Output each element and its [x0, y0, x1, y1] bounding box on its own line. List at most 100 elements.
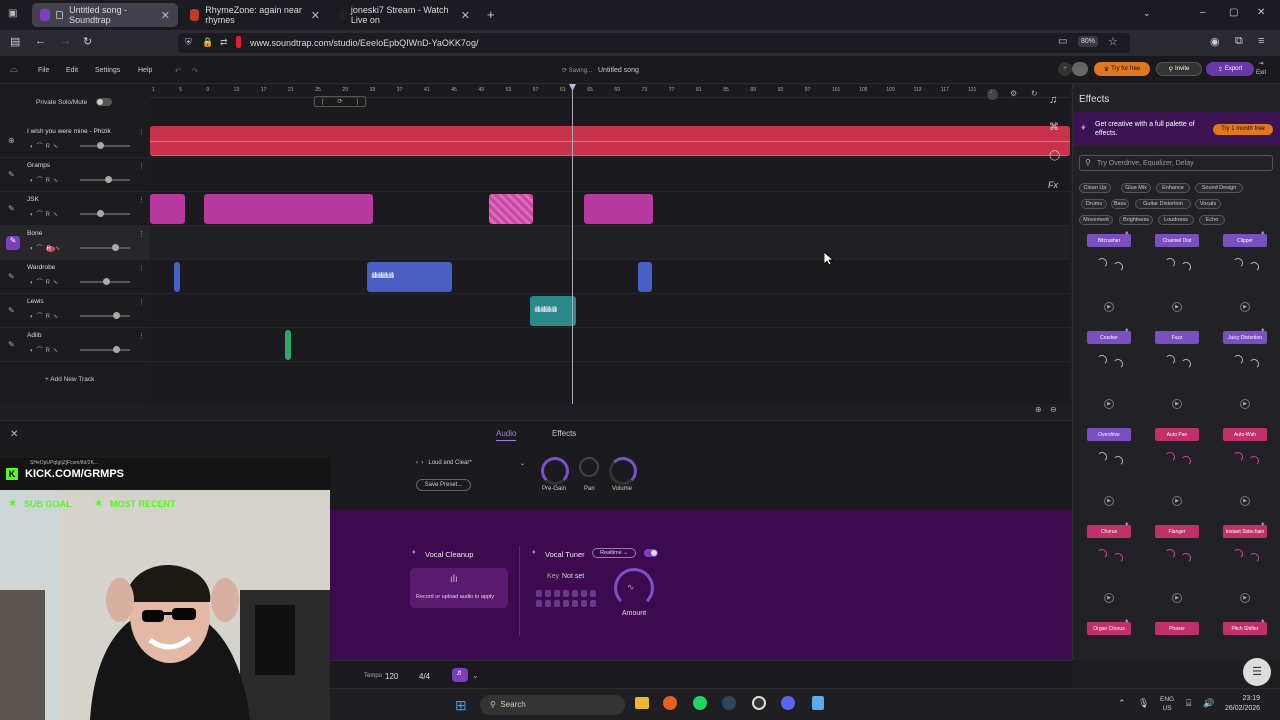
tuner-key[interactable] — [590, 600, 596, 607]
steam-icon[interactable] — [722, 696, 736, 710]
volume-slider[interactable] — [80, 278, 130, 285]
zoom-out-icon[interactable]: ⊖ — [1050, 405, 1057, 414]
play-preview-icon[interactable]: ▶ — [1172, 302, 1182, 312]
mute-icon[interactable]: ◐ — [30, 280, 37, 286]
pan-knob[interactable] — [579, 457, 599, 477]
track-header[interactable]: ✎ JSK ◐⌒R∿ ⋮ — [0, 192, 150, 226]
track-instrument-icon[interactable]: ⊕ — [8, 136, 15, 145]
mute-icon[interactable]: ◐ — [30, 348, 37, 354]
track-menu-icon[interactable]: ⋮ — [138, 162, 145, 170]
url-bar[interactable]: ⛨ 🔒 ⇄ www.soundtrap.com/studio/EeeloEpbQ… — [178, 33, 1130, 53]
audio-clip[interactable] — [584, 194, 653, 224]
effect-card-title[interactable]: Auto Pan — [1155, 428, 1199, 441]
track-lane[interactable] — [150, 328, 1070, 362]
track-header[interactable]: ⊕ I wish you were mine - Phizik ◐⌒R∿ ⋮ — [0, 124, 150, 158]
song-title[interactable]: Untitled song — [598, 67, 639, 74]
record-arm-button[interactable]: R — [46, 280, 53, 286]
windows-start-icon[interactable]: ⊞ — [455, 697, 467, 714]
track-header[interactable]: ✎ Adlib ◐⌒R∿ ⋮ — [0, 328, 150, 362]
track-menu-icon[interactable]: ⋮ — [138, 332, 145, 340]
tab-rhymezone[interactable]: RhymeZone: again near rhymes ✕ — [182, 3, 328, 27]
chat-icon[interactable]: ◯ — [1049, 150, 1060, 161]
timeline-ruler[interactable]: 1 5 9 13 17 21 25 29 33 37 41 45 49 53 57 61 65 69 73 77 81 8… — [150, 84, 1070, 98]
menu-help[interactable]: Help — [138, 67, 152, 74]
track-controls[interactable]: ◐⌒R∿ — [30, 277, 61, 286]
track-controls[interactable]: ◐⌒R∿ — [30, 311, 61, 320]
chevron-down-icon[interactable]: ⌄ — [472, 671, 479, 680]
track-name[interactable]: Bone — [27, 230, 42, 237]
track-header[interactable]: ✎ Bone ◐⌒R∿ ⋮ — [0, 226, 150, 260]
play-preview-icon[interactable]: ▶ — [1240, 593, 1250, 603]
track-lane[interactable] — [150, 192, 1070, 226]
track-lane[interactable] — [150, 158, 1070, 192]
automation-icon[interactable]: ∿ — [53, 212, 61, 218]
automation-icon[interactable]: ∿ — [53, 144, 61, 150]
headphones-icon[interactable]: ⌒ — [37, 280, 46, 286]
headphones-icon[interactable]: ⌒ — [37, 348, 46, 354]
track-instrument-icon[interactable]: ✎ — [8, 170, 15, 179]
track-controls[interactable]: ◐⌒R∿ — [30, 175, 61, 184]
obs-icon[interactable] — [752, 696, 766, 710]
automation-icon[interactable]: ∿ — [53, 178, 61, 184]
refresh-icon[interactable]: ↻ — [1031, 89, 1038, 98]
tuner-key[interactable] — [581, 600, 587, 607]
key-not-set[interactable]: Not set — [562, 573, 584, 580]
headphones-icon[interactable]: ⌒ — [37, 178, 46, 184]
close-tab-icon[interactable]: ✕ — [311, 9, 320, 22]
automation-icon[interactable]: ∿ — [55, 246, 63, 252]
volume-slider[interactable] — [80, 312, 130, 319]
effect-category-chip[interactable]: Brightness — [1119, 215, 1153, 225]
track-controls[interactable]: ◐⌒R∿ — [30, 141, 61, 150]
loop-end-icon[interactable]: ] — [356, 99, 358, 105]
vocal-cleanup-box[interactable]: ılı Record or upload audio to apply — [410, 568, 508, 608]
new-tab-icon[interactable]: + — [487, 7, 495, 22]
zoom-in-icon[interactable]: ⊕ — [1035, 405, 1042, 414]
discord-icon[interactable] — [781, 696, 795, 710]
track-controls[interactable]: ◐⌒R∿ — [30, 209, 61, 218]
preset-next-icon[interactable]: › — [421, 460, 423, 466]
loop-icon[interactable]: ⟳ — [337, 98, 342, 105]
track-name[interactable]: Wardrobe — [27, 264, 55, 271]
music-notes-icon[interactable]: ♫ — [1049, 94, 1057, 106]
effect-category-chip[interactable]: Glue Mix — [1121, 183, 1151, 193]
record-arm-button[interactable]: R — [45, 246, 55, 252]
private-solo-toggle[interactable] — [96, 98, 112, 106]
maximize-icon[interactable]: ▢ — [1229, 7, 1238, 18]
export-button[interactable]: ⇪ Export — [1206, 62, 1254, 76]
permissions-icon[interactable]: ⇄ — [220, 37, 228, 48]
tab-overflow-icon[interactable]: ⌄ — [1143, 8, 1151, 19]
volume-knob[interactable] — [97, 210, 104, 217]
track-controls[interactable]: ◐⌒R∿ — [30, 345, 61, 354]
effect-category-chip[interactable]: Echo — [1199, 215, 1225, 225]
loop-start-icon[interactable]: [ — [322, 99, 324, 105]
volume-knob[interactable] — [609, 457, 637, 485]
account-icon[interactable]: ◉ — [1210, 35, 1220, 48]
menu-settings[interactable]: Settings — [95, 67, 120, 74]
tab-list-icon[interactable]: ▣ — [8, 8, 17, 19]
tuner-key-pads[interactable] — [536, 590, 598, 612]
track-header[interactable]: ✎ Gramps ◐⌒R∿ ⋮ — [0, 158, 150, 192]
play-preview-icon[interactable]: ▶ — [1240, 302, 1250, 312]
track-lane[interactable] — [150, 124, 1070, 158]
undo-icon[interactable]: ↶ — [175, 67, 181, 75]
play-preview-icon[interactable]: ▶ — [1104, 496, 1114, 506]
automation-icon[interactable]: ∿ — [53, 280, 61, 286]
preset-prev-icon[interactable]: ‹ — [416, 460, 418, 466]
audio-clip[interactable] — [150, 194, 185, 224]
add-collab-icon[interactable]: + — [1058, 62, 1072, 76]
play-preview-icon[interactable]: ▶ — [1240, 496, 1250, 506]
automation-icon[interactable]: ∿ — [53, 314, 61, 320]
close-window-icon[interactable]: ✕ — [1257, 7, 1265, 18]
mic-tray-icon[interactable]: 🎙 — [1138, 698, 1149, 709]
track-lane[interactable]: ılıllıılıllılıllıılıllı — [150, 260, 1070, 294]
effect-card-title[interactable]: Overdrive — [1087, 428, 1131, 441]
tuner-key[interactable] — [545, 600, 551, 607]
effect-category-chip[interactable]: Vocals — [1195, 199, 1221, 209]
tempo-value[interactable]: 120 — [385, 672, 398, 681]
volume-slider[interactable] — [80, 346, 130, 353]
mic-active-icon[interactable] — [236, 36, 241, 48]
reload-icon[interactable]: ↻ — [83, 35, 92, 48]
volume-slider[interactable] — [80, 142, 130, 149]
track-controls[interactable]: ◐⌒R∿ — [30, 243, 63, 252]
playhead[interactable] — [572, 84, 573, 404]
